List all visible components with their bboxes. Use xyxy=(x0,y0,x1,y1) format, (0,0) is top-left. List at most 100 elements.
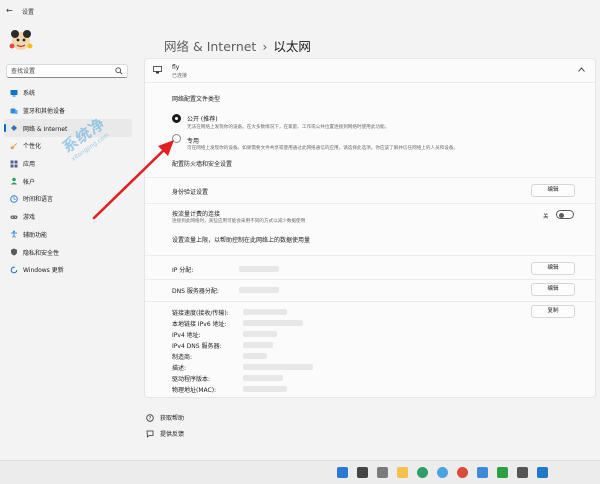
sidebar-item-label: 蓝牙和其他设备 xyxy=(23,108,66,116)
chrome-icon[interactable] xyxy=(457,467,468,478)
auth-settings-label: 身份验证设置 xyxy=(172,189,209,196)
prop-value xyxy=(243,342,273,348)
ip-edit-button[interactable]: 编辑 xyxy=(531,262,575,275)
ethernet-card: fly 已连接 网络配置文件类型 公开 (推荐) 无法在网络上发现你的设备。在大… xyxy=(144,58,596,398)
feedback-link[interactable]: 提供反馈 xyxy=(146,429,184,438)
edge-icon[interactable] xyxy=(437,467,448,478)
search-input[interactable] xyxy=(7,65,107,78)
sidebar-item-label: Windows 更新 xyxy=(23,267,64,275)
prop-label: 本地链接 IPv6 地址: xyxy=(172,321,227,328)
taskbar xyxy=(0,460,600,484)
metered-toggle-state: 关 xyxy=(543,214,549,220)
get-help-link[interactable]: ? 获取帮助 xyxy=(146,413,184,422)
connection-status: 已连接 xyxy=(172,73,188,79)
help-icon: ? xyxy=(146,413,154,422)
prop-label: IPv4 DNS 服务器: xyxy=(172,343,222,350)
prop-value xyxy=(243,353,267,359)
title-bar: ← 设置 xyxy=(0,0,600,22)
store-icon[interactable] xyxy=(537,467,548,478)
feedback-icon xyxy=(146,430,154,438)
divider xyxy=(145,255,595,256)
task-view-icon[interactable] xyxy=(377,467,388,478)
wechat-icon[interactable] xyxy=(497,467,508,478)
data-limit-link[interactable]: 设置流量上限，以帮助控制在此网络上的数据使用量 xyxy=(172,235,310,244)
chevron-up-icon[interactable] xyxy=(578,67,585,72)
sidebar-item-label: 应用 xyxy=(23,161,36,169)
prop-label: 描述: xyxy=(172,365,187,372)
sidebar-item-bluetooth[interactable]: 蓝牙和其他设备 xyxy=(4,102,132,120)
sidebar-item-label: 网络 & Internet xyxy=(23,125,68,133)
window-title: 设置 xyxy=(22,9,35,16)
sidebar-item-label: 系统 xyxy=(23,90,36,98)
ip-assignment-label: IP 分配: xyxy=(172,267,194,274)
shield-icon xyxy=(11,248,17,256)
search-box[interactable] xyxy=(6,64,128,78)
sidebar-item-privacy[interactable]: 隐私和安全性 xyxy=(4,243,132,261)
sidebar-item-system[interactable]: 系统 xyxy=(4,84,132,102)
public-desc: 无法在网络上发现你的设备。在大多数情况下，在家庭、工作或公共位置连接到网络时使用… xyxy=(187,125,390,130)
sidebar-item-windows-update[interactable]: Windows 更新 xyxy=(4,261,132,279)
prop-label: 制造商: xyxy=(172,354,193,361)
auth-edit-button[interactable]: 编辑 xyxy=(531,184,575,197)
prop-value xyxy=(243,375,283,381)
update-icon xyxy=(10,265,18,273)
person-icon xyxy=(10,177,18,185)
connection-name: fly xyxy=(172,64,180,71)
sidebar-item-time-language[interactable]: 时间和语言 xyxy=(4,190,132,208)
sidebar-item-accounts[interactable]: 帐户 xyxy=(4,172,132,190)
private-desc: 可在网络上发现你的设备。如果需要文件共享或使用通过此网络通信的应用，请选择此选项… xyxy=(187,146,459,151)
search-icon[interactable] xyxy=(115,67,123,75)
divider xyxy=(145,177,595,178)
sidebar-item-label: 隐私和安全性 xyxy=(23,249,60,257)
monitor-icon xyxy=(10,89,18,97)
public-label[interactable]: 公开 (推荐) xyxy=(187,114,218,123)
connection-header[interactable]: fly 已连接 xyxy=(145,59,595,83)
start-icon[interactable] xyxy=(337,467,348,478)
prop-value xyxy=(243,309,287,315)
sidebar-item-label: 时间和语言 xyxy=(23,196,54,204)
breadcrumb-separator: › xyxy=(262,39,268,54)
private-label[interactable]: 专用 xyxy=(187,136,199,145)
prop-label: 物理地址(MAC): xyxy=(172,387,217,394)
sidebar-item-accessibility[interactable]: 辅助功能 xyxy=(4,226,132,244)
apps-grid-icon xyxy=(10,160,18,168)
sidebar-nav: 系统 蓝牙和其他设备 网络 & Internet 个性化 应用 帐户 时间和语言… xyxy=(4,84,132,279)
page-title: 以太网 xyxy=(273,39,311,54)
browser-icon[interactable] xyxy=(417,467,428,478)
breadcrumb: 网络 & Internet › 以太网 xyxy=(164,36,311,55)
sidebar-item-label: 辅助功能 xyxy=(23,231,48,239)
prop-value xyxy=(243,331,277,337)
ip-assignment-value xyxy=(239,266,279,272)
firewall-link[interactable]: 配置防火墙和安全设置 xyxy=(172,159,232,168)
breadcrumb-network[interactable]: 网络 & Internet xyxy=(164,39,256,54)
prop-value xyxy=(243,386,287,392)
file-explorer-icon[interactable] xyxy=(397,467,408,478)
prop-value xyxy=(243,320,303,326)
search-taskbar-icon[interactable] xyxy=(357,467,368,478)
private-radio[interactable] xyxy=(172,134,181,143)
sidebar-item-label: 个性化 xyxy=(23,143,42,151)
svg-text:?: ? xyxy=(149,416,152,422)
app-icon[interactable] xyxy=(477,467,488,478)
gamepad-icon xyxy=(10,215,18,219)
network-icon xyxy=(11,125,17,132)
profile-type-heading: 网络配置文件类型 xyxy=(172,96,221,103)
prop-value xyxy=(243,364,313,370)
prop-label: 驱动程序版本: xyxy=(172,376,211,383)
settings-taskbar-icon[interactable] xyxy=(517,467,528,478)
dns-edit-button[interactable]: 编辑 xyxy=(531,283,575,296)
prop-label: IPv4 地址: xyxy=(172,332,201,339)
avatar[interactable] xyxy=(8,28,34,54)
divider xyxy=(145,279,595,280)
accessibility-icon xyxy=(11,230,17,239)
sidebar-item-apps[interactable]: 应用 xyxy=(4,155,132,173)
divider xyxy=(145,301,595,302)
copy-button[interactable]: 复制 xyxy=(531,305,575,318)
metered-toggle[interactable] xyxy=(556,210,574,219)
public-radio[interactable] xyxy=(172,114,181,123)
metered-desc: 连接到此网络时，某些应用可能会采用不同的方式以减少数据使用 xyxy=(172,219,306,224)
get-help-label: 获取帮助 xyxy=(160,415,185,422)
sidebar-item-gaming[interactable]: 游戏 xyxy=(4,208,132,226)
prop-label: 链接速度(接收/传输): xyxy=(172,310,229,317)
back-arrow-icon[interactable]: ← xyxy=(6,6,13,15)
